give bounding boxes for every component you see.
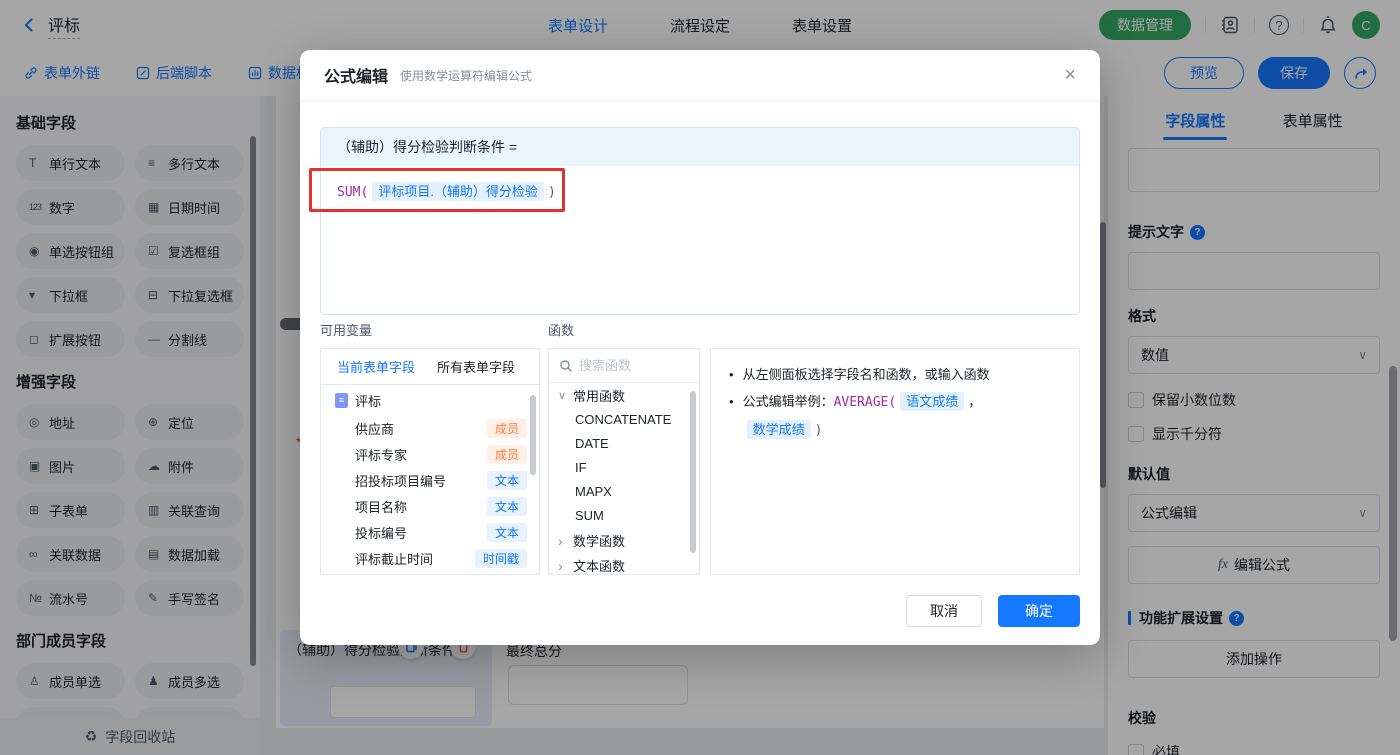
caret-right-icon: [558, 558, 568, 574]
formula-field-chip[interactable]: 评标项目.（辅助）得分检验: [372, 182, 544, 201]
type-badge: 成员: [486, 444, 527, 464]
modal-subtitle: 使用数学运算符编辑公式: [400, 68, 533, 83]
variable-item[interactable]: 投标编号 文本: [321, 519, 539, 545]
function-search-input[interactable]: [579, 358, 683, 373]
variable-item[interactable]: 评标专家 成员: [321, 441, 539, 467]
function-item[interactable]: SUM: [549, 504, 699, 528]
type-badge: 时间戳: [474, 548, 527, 568]
example-field-chip: 数学成绩: [746, 420, 811, 439]
caret-right-icon: [558, 533, 568, 549]
formula-editor[interactable]: （辅助）得分检验判断条件 = SUM(评标项目.（辅助）得分检验): [320, 127, 1080, 315]
functions-panel: 常用函数 CONCATENATE DATE IF MAPX SUM 数学函数 文…: [548, 348, 700, 575]
variables-label: 可用变量: [320, 323, 373, 338]
confirm-button[interactable]: 确定: [998, 595, 1080, 627]
function-group-text[interactable]: 文本函数: [549, 553, 699, 574]
formula-edit-modal: 公式编辑 使用数学运算符编辑公式 × （辅助）得分检验判断条件 = SUM(评标…: [300, 50, 1100, 645]
function-group-common[interactable]: 常用函数: [549, 383, 699, 408]
function-item[interactable]: IF: [549, 456, 699, 480]
tab-all-form-fields[interactable]: 所有表单字段: [437, 357, 515, 376]
variable-item[interactable]: 评标截止时间 时间戳: [321, 545, 539, 571]
cancel-button[interactable]: 取消: [906, 595, 982, 627]
variable-tree-root[interactable]: ≡ 评标: [321, 385, 539, 415]
variable-item[interactable]: 供应商 成员: [321, 415, 539, 441]
formula-target: （辅助）得分检验判断条件 =: [321, 128, 1079, 166]
tip-example-line: 公式编辑举例：AVERAGE(语文成绩，数学成绩): [729, 388, 1061, 444]
tips-panel: 从左侧面板选择字段名和函数，或输入函数 公式编辑举例：AVERAGE(语文成绩，…: [710, 348, 1080, 575]
app-screen: 评标 表单设计 流程设定 表单设置 数据管理 ? C 表单外链 后端脚本 数据权…: [0, 0, 1400, 755]
variable-item[interactable]: 招投标项目编号 文本: [321, 467, 539, 493]
function-search[interactable]: [549, 349, 699, 383]
variables-scrollbar[interactable]: [530, 395, 536, 475]
example-field-chip: 语文成绩: [900, 392, 965, 411]
function-item[interactable]: MAPX: [549, 480, 699, 504]
form-doc-icon: ≡: [335, 392, 348, 408]
search-icon: [559, 359, 573, 373]
tip-line: 从左侧面板选择字段名和函数，或输入函数: [729, 361, 1061, 388]
close-icon[interactable]: ×: [1064, 65, 1076, 85]
tab-current-form-fields[interactable]: 当前表单字段: [337, 357, 415, 376]
type-badge: 文本: [486, 496, 527, 516]
function-group-math[interactable]: 数学函数: [549, 528, 699, 553]
modal-title: 公式编辑: [324, 69, 389, 86]
function-item[interactable]: CONCATENATE: [549, 408, 699, 432]
formula-close-paren: ): [547, 185, 556, 200]
formula-function: SUM(: [337, 185, 369, 200]
variable-item[interactable]: 项目名称 文本: [321, 493, 539, 519]
type-badge: 文本: [486, 470, 527, 490]
function-item[interactable]: DATE: [549, 432, 699, 456]
caret-down-icon: [558, 389, 568, 402]
type-badge: 文本: [486, 522, 527, 542]
variables-panel: 当前表单字段 所有表单字段 ≡ 评标 供应商 成员 评标专家 成员 招投标项目编号文…: [320, 348, 540, 575]
type-badge: 成员: [486, 418, 527, 438]
functions-label: 函数: [548, 323, 575, 338]
functions-scrollbar[interactable]: [690, 391, 696, 553]
